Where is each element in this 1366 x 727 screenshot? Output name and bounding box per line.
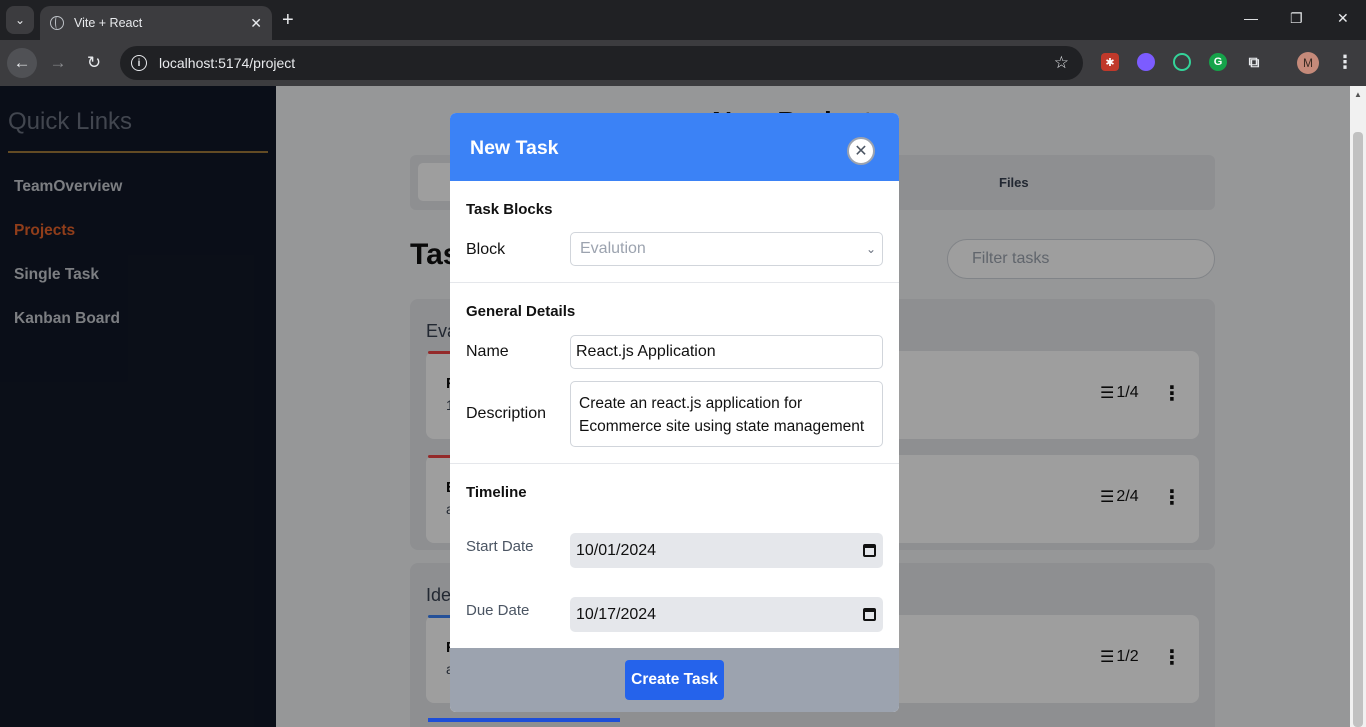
page-viewport: Quick Links TeamOverview Projects Single…	[0, 86, 1366, 727]
window-close-icon[interactable]: ✕	[1337, 10, 1349, 27]
scrollbar-thumb[interactable]	[1353, 132, 1363, 727]
browser-tab-strip: ⌄ Vite + React ✕ + — ❐ ✕	[0, 0, 1366, 40]
section-general-details: General Details	[466, 303, 576, 320]
start-date-input[interactable]: 10/01/2024	[570, 533, 883, 568]
new-tab-button[interactable]: +	[282, 8, 294, 32]
extension-icon-1[interactable]: ✱	[1101, 53, 1119, 71]
block-select[interactable]: Evalution ⌄	[570, 232, 883, 266]
name-label: Name	[466, 343, 509, 360]
calendar-icon[interactable]	[863, 608, 876, 621]
reload-icon: ↻	[86, 53, 102, 72]
address-bar[interactable]: i localhost:5174/project ☆	[120, 46, 1083, 80]
calendar-icon[interactable]	[863, 544, 876, 557]
block-select-value: Evalution	[580, 240, 646, 257]
progress-bar	[428, 718, 620, 722]
globe-icon	[50, 16, 64, 30]
restore-icon[interactable]: ❐	[1290, 10, 1303, 27]
profile-avatar[interactable]: M	[1297, 52, 1319, 74]
forward-button[interactable]: →	[43, 48, 73, 78]
block-label: Block	[466, 241, 506, 258]
arrow-right-icon: →	[49, 53, 67, 72]
due-date-value: 10/17/2024	[576, 605, 657, 623]
due-date-input[interactable]: 10/17/2024	[570, 597, 883, 632]
section-task-blocks: Task Blocks	[466, 201, 553, 218]
url-text[interactable]: localhost:5174/project	[159, 55, 1054, 71]
create-task-button[interactable]: Create Task	[625, 660, 724, 700]
section-timeline: Timeline	[466, 484, 527, 501]
browser-tab[interactable]: Vite + React ✕	[40, 6, 272, 40]
site-info-icon[interactable]: i	[131, 55, 147, 71]
minimize-icon[interactable]: —	[1244, 10, 1258, 26]
modal-footer: Create Task	[450, 648, 899, 712]
start-date-value: 10/01/2024	[576, 541, 657, 559]
chevron-down-icon: ⌄	[865, 242, 876, 256]
section-divider	[450, 463, 899, 464]
grammarly-icon[interactable]: G	[1209, 53, 1227, 71]
description-textarea[interactable]: Create an react.js application for Ecomm…	[570, 381, 883, 447]
reload-button[interactable]: ↻	[79, 48, 109, 78]
tab-close-icon[interactable]: ✕	[250, 15, 262, 32]
due-date-label: Due Date	[466, 602, 530, 619]
browser-menu-icon[interactable]: ⋮	[1336, 52, 1354, 73]
scroll-up-icon[interactable]: ▲	[1354, 90, 1362, 99]
modal-header: New Task ✕	[450, 113, 899, 181]
start-date-label: Start Date	[466, 538, 534, 555]
name-input[interactable]: React.js Application	[570, 335, 883, 369]
chevron-down-icon: ⌄	[14, 13, 26, 27]
description-label: Description	[466, 405, 547, 422]
close-icon[interactable]: ✕	[847, 137, 875, 165]
tab-title: Vite + React	[74, 16, 143, 30]
bookmark-star-icon[interactable]: ☆	[1054, 53, 1069, 73]
extension-icon-3[interactable]	[1173, 53, 1191, 71]
modal-title: New Task	[470, 137, 559, 159]
arrow-left-icon: ←	[13, 53, 31, 72]
section-divider	[450, 282, 899, 283]
extensions-puzzle-icon[interactable]: ⧉	[1245, 53, 1263, 71]
back-button[interactable]: ←	[7, 48, 37, 78]
tab-search-button[interactable]: ⌄	[6, 6, 34, 34]
page-scrollbar[interactable]: ▲	[1350, 86, 1366, 727]
new-task-modal: New Task ✕ Task Blocks Block Evalution ⌄…	[450, 113, 899, 712]
extension-icon-2[interactable]	[1137, 53, 1155, 71]
